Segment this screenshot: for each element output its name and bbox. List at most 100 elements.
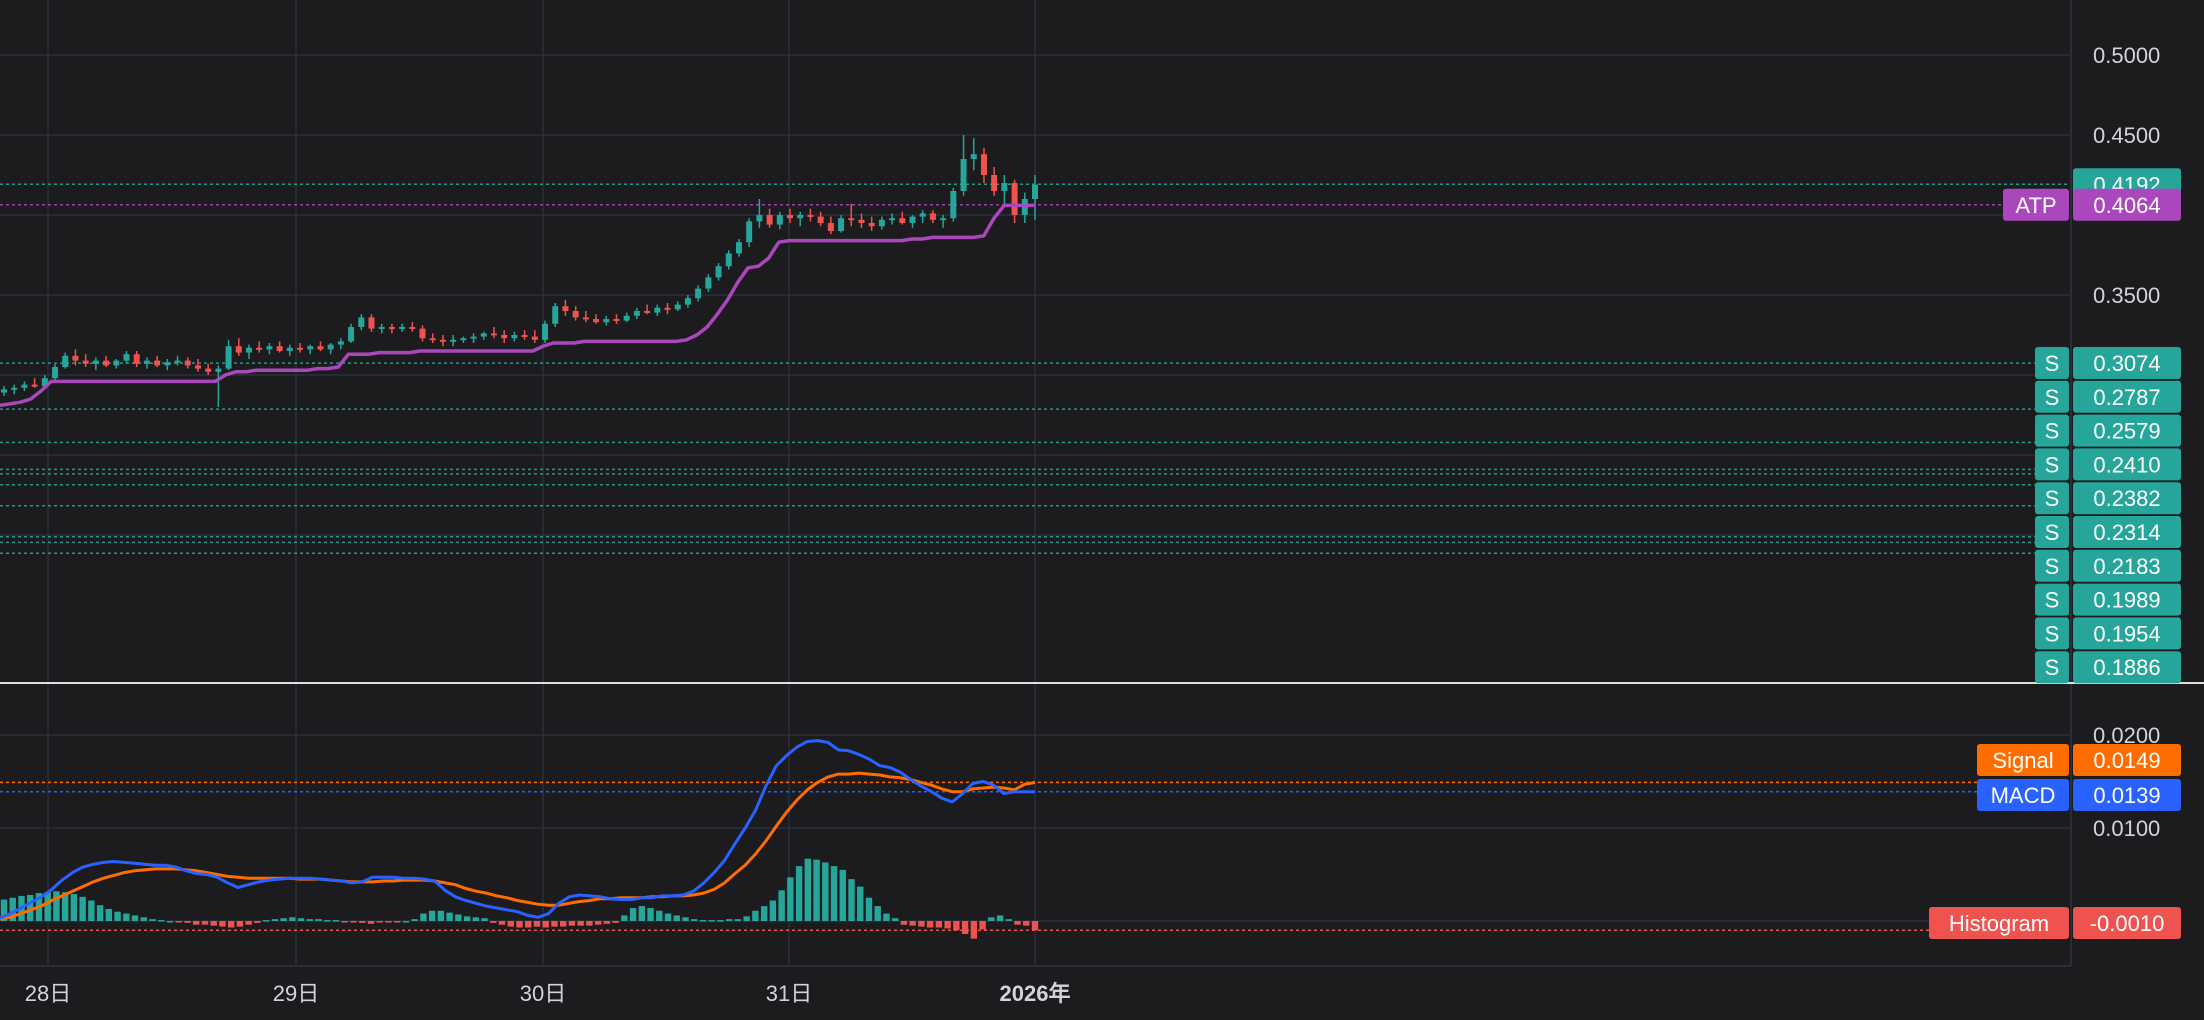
candle-body bbox=[11, 387, 18, 390]
price-line-name-tag: S bbox=[2045, 655, 2060, 680]
time-tick-label: 30日 bbox=[520, 981, 566, 1006]
price-line-value-tag: 0.2579 bbox=[2093, 419, 2160, 444]
price-line-value-tag: 0.2314 bbox=[2093, 520, 2160, 545]
candle-body bbox=[470, 336, 477, 339]
histogram-bar bbox=[437, 910, 445, 921]
candle-body bbox=[848, 218, 855, 221]
price-line-name-tag: S bbox=[2045, 588, 2060, 613]
histogram-bar bbox=[149, 919, 156, 921]
histogram-bar bbox=[865, 897, 873, 921]
histogram-bar bbox=[359, 921, 366, 923]
candle-body bbox=[919, 213, 926, 217]
histogram-bar bbox=[629, 907, 637, 921]
histogram-bar bbox=[577, 921, 584, 926]
histogram-bar bbox=[131, 915, 139, 921]
candle-body bbox=[143, 360, 150, 364]
histogram-bar bbox=[725, 919, 733, 921]
histogram-bar bbox=[795, 866, 803, 921]
candle-body bbox=[358, 317, 365, 327]
histogram-bar bbox=[944, 921, 951, 929]
candle-body bbox=[225, 346, 232, 369]
histogram-bar bbox=[699, 920, 707, 922]
histogram-bar bbox=[892, 918, 899, 921]
candle-body bbox=[92, 360, 99, 364]
candle-body bbox=[603, 319, 610, 323]
candle-body bbox=[889, 218, 896, 221]
histogram-bar bbox=[979, 921, 986, 930]
candle-body bbox=[766, 215, 773, 225]
candle-body bbox=[878, 219, 885, 227]
time-tick-label: 31日 bbox=[766, 981, 812, 1006]
histogram-bar bbox=[953, 921, 960, 931]
histogram-bar bbox=[376, 921, 383, 923]
histogram-bar bbox=[970, 921, 978, 939]
histogram-bar bbox=[428, 910, 436, 921]
candle-body bbox=[245, 347, 252, 353]
candle-body bbox=[256, 347, 263, 350]
histogram-bar bbox=[166, 921, 174, 923]
candle-body bbox=[899, 218, 906, 223]
candle-body bbox=[194, 365, 201, 369]
histogram-bar bbox=[463, 916, 471, 921]
candle-body bbox=[205, 368, 212, 372]
candle-body bbox=[215, 368, 222, 372]
candle-body bbox=[297, 347, 304, 350]
histogram-bar bbox=[830, 866, 838, 921]
candle-body bbox=[787, 215, 794, 219]
candle-body bbox=[388, 327, 395, 329]
candle-body bbox=[633, 311, 640, 316]
candle-body bbox=[62, 355, 69, 367]
candle-body bbox=[552, 306, 559, 324]
price-line-value-tag: 0.1989 bbox=[2093, 588, 2160, 613]
candle-body bbox=[817, 216, 824, 223]
candle-body bbox=[501, 335, 508, 339]
price-line-name-tag: S bbox=[2045, 385, 2060, 410]
histogram-bar bbox=[656, 910, 663, 921]
macd-value-tag: 0.0139 bbox=[2093, 783, 2160, 808]
candle-body bbox=[52, 367, 59, 379]
histogram-bar bbox=[874, 906, 881, 921]
histogram-bar bbox=[53, 891, 60, 921]
candle-body bbox=[756, 215, 763, 222]
candle-body bbox=[317, 346, 324, 350]
chart-canvas: 0.50000.45000.35000.02000.0100 0.41920.4… bbox=[0, 0, 2204, 1020]
candle-body bbox=[725, 253, 732, 267]
candle-body bbox=[21, 384, 28, 388]
candle-body bbox=[582, 317, 589, 320]
candle-body bbox=[593, 319, 600, 323]
candle-body bbox=[1001, 183, 1008, 191]
histogram-bar bbox=[883, 913, 890, 921]
histogram-bar bbox=[542, 921, 549, 928]
histogram-bar bbox=[420, 913, 427, 921]
histogram-bar bbox=[472, 917, 480, 921]
price-line-value-tag: 0.2183 bbox=[2093, 554, 2160, 579]
histogram-bar bbox=[411, 919, 418, 921]
histogram-bar bbox=[813, 859, 820, 921]
candle-body bbox=[133, 354, 140, 364]
candle-body bbox=[31, 384, 38, 387]
candle-body bbox=[337, 341, 344, 345]
histogram-bar bbox=[402, 921, 410, 923]
histogram-bar bbox=[201, 921, 209, 925]
histogram-bar bbox=[289, 917, 296, 921]
histogram-bar bbox=[918, 921, 925, 927]
histogram-bar bbox=[1014, 921, 1021, 925]
candle-body bbox=[960, 159, 967, 191]
histogram-bar bbox=[1005, 919, 1012, 921]
candle-body bbox=[542, 323, 549, 340]
candle-body bbox=[695, 288, 702, 299]
histogram-bar bbox=[603, 921, 611, 924]
histogram-bar bbox=[1023, 921, 1030, 926]
macd-name-tag: MACD bbox=[1991, 783, 2056, 808]
price-line-name-tag: S bbox=[2045, 351, 2060, 376]
price-line-name-tag: S bbox=[2045, 419, 2060, 444]
candle-body bbox=[940, 218, 947, 221]
price-line-value-tag: 0.2787 bbox=[2093, 385, 2160, 410]
histogram-bar bbox=[586, 921, 593, 926]
price-tick-label: 0.4500 bbox=[2093, 123, 2160, 148]
time-tick-label: 2026年 bbox=[1000, 981, 1071, 1006]
histogram-bar bbox=[341, 921, 348, 923]
histogram-bar bbox=[961, 921, 969, 935]
histogram-bar bbox=[568, 921, 576, 926]
candle-body bbox=[1032, 184, 1038, 199]
